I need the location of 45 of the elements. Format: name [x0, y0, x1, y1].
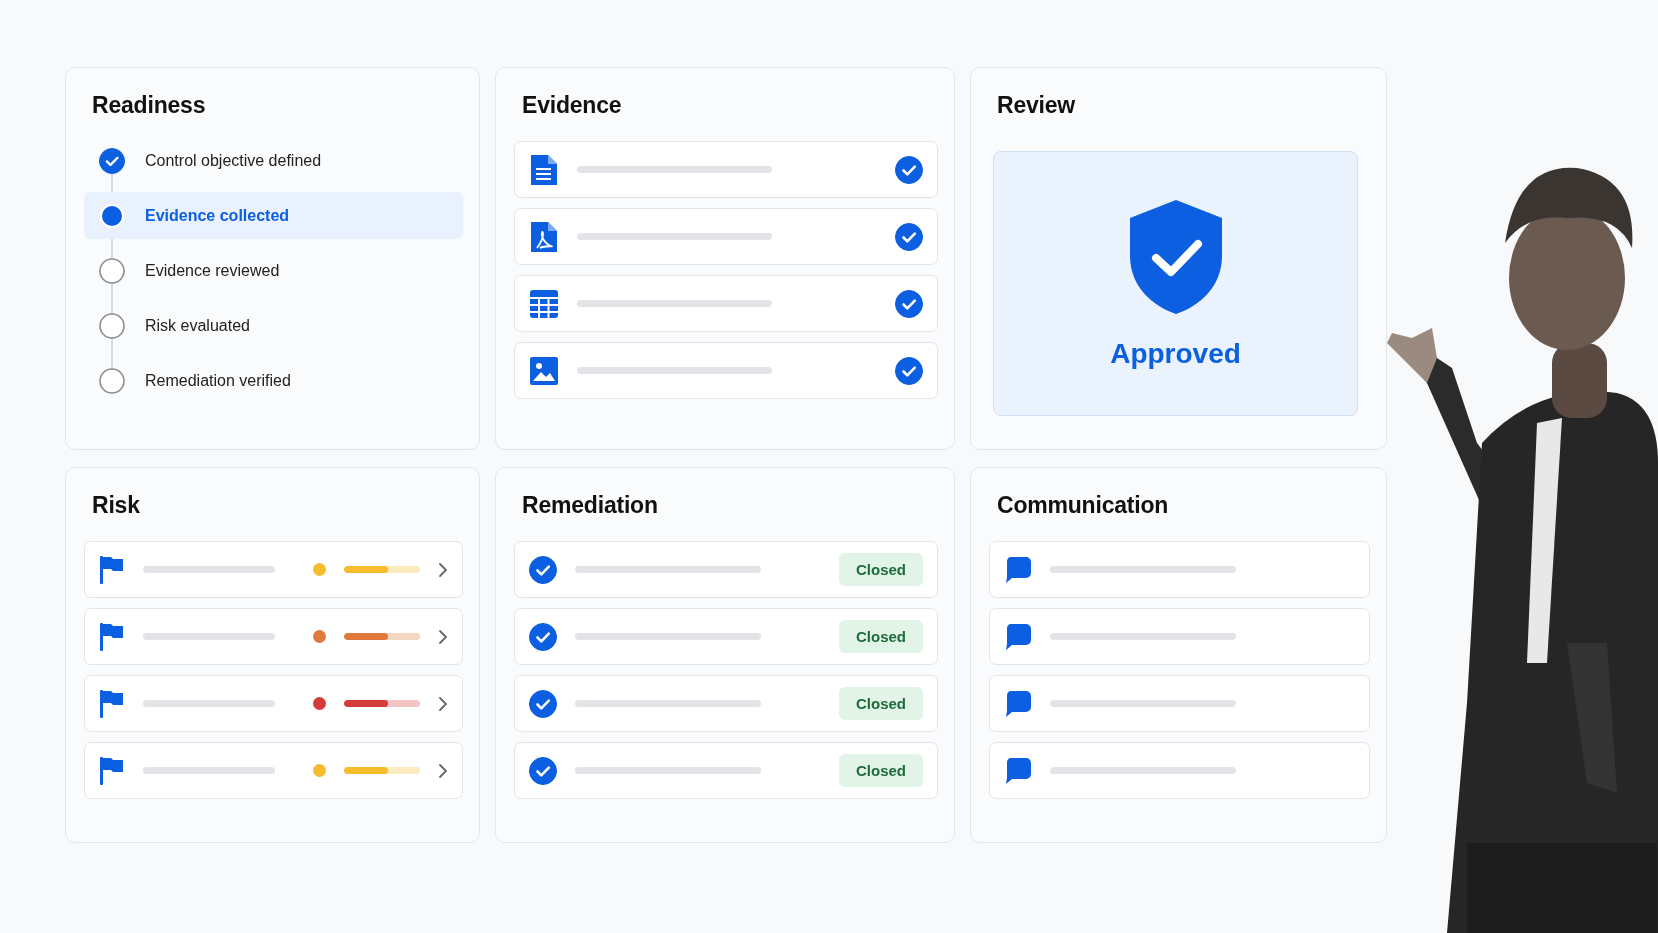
approval-status: Approved	[1110, 337, 1241, 370]
card-title: Review	[997, 92, 1077, 119]
step-label: Risk evaluated	[145, 316, 250, 335]
chevron-right-icon[interactable]	[438, 628, 448, 645]
pdf-icon	[529, 219, 559, 254]
chevron-right-icon[interactable]	[438, 762, 448, 779]
document-icon	[529, 152, 559, 187]
step-label: Evidence reviewed	[145, 261, 280, 280]
remediation-row[interactable]: Closed	[514, 675, 938, 732]
step-label: Remediation verified	[145, 371, 291, 390]
message-row[interactable]	[989, 675, 1370, 732]
flag-icon	[99, 755, 125, 786]
card-title: Remediation	[522, 492, 659, 519]
risk-row[interactable]	[84, 608, 463, 665]
chat-bubble-icon	[1004, 689, 1032, 718]
flag-icon	[99, 554, 125, 585]
card-title: Risk	[92, 492, 141, 519]
remediation-row[interactable]: Closed	[514, 608, 938, 665]
chevron-right-icon[interactable]	[438, 561, 448, 578]
evidence-row[interactable]	[514, 342, 938, 399]
chat-bubble-icon	[1004, 622, 1032, 651]
evidence-row[interactable]	[514, 208, 938, 265]
step-label: Evidence collected	[145, 206, 290, 225]
evidence-row[interactable]	[514, 275, 938, 332]
flag-icon	[99, 688, 125, 719]
message-row[interactable]	[989, 541, 1370, 598]
chevron-right-icon[interactable]	[438, 695, 448, 712]
status-badge: Closed	[839, 754, 923, 787]
message-row[interactable]	[989, 608, 1370, 665]
status-badge: Closed	[839, 687, 923, 720]
step-label: Control objective defined	[145, 151, 322, 170]
message-row[interactable]	[989, 742, 1370, 799]
card-title: Communication	[997, 492, 1170, 519]
evidence-row[interactable]	[514, 141, 938, 198]
status-badge: Closed	[839, 620, 923, 653]
flag-icon	[99, 621, 125, 652]
remediation-row[interactable]: Closed	[514, 541, 938, 598]
chat-bubble-icon	[1004, 756, 1032, 785]
status-badge: Closed	[839, 553, 923, 586]
remediation-row[interactable]: Closed	[514, 742, 938, 799]
card-title: Readiness	[92, 92, 207, 119]
card-title: Evidence	[522, 92, 623, 119]
shield-check-icon	[1127, 197, 1224, 316]
chat-bubble-icon	[1004, 555, 1032, 584]
risk-row[interactable]	[84, 675, 463, 732]
